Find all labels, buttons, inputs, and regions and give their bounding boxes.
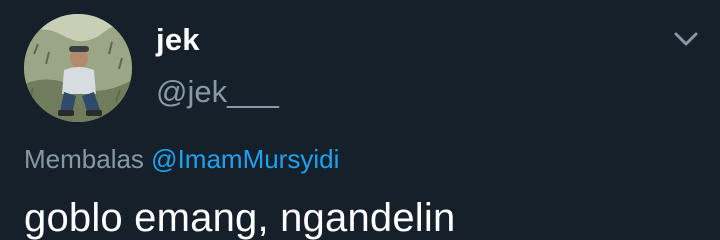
reply-mention-link[interactable]: @ImamMursyidi xyxy=(151,144,339,174)
chevron-down-icon[interactable] xyxy=(672,28,700,50)
tweet-card: jek @jek___ Membalas @ImamMursyidi goblo… xyxy=(0,0,720,240)
reply-prefix: Membalas xyxy=(24,144,144,174)
reply-context: Membalas @ImamMursyidi xyxy=(24,144,339,175)
tweet-text: goblo emang, ngandelin xyxy=(24,196,456,240)
avatar-photo xyxy=(24,14,132,122)
user-handle[interactable]: @jek___ xyxy=(156,74,279,110)
display-name[interactable]: jek xyxy=(156,22,200,58)
avatar[interactable] xyxy=(24,14,132,122)
